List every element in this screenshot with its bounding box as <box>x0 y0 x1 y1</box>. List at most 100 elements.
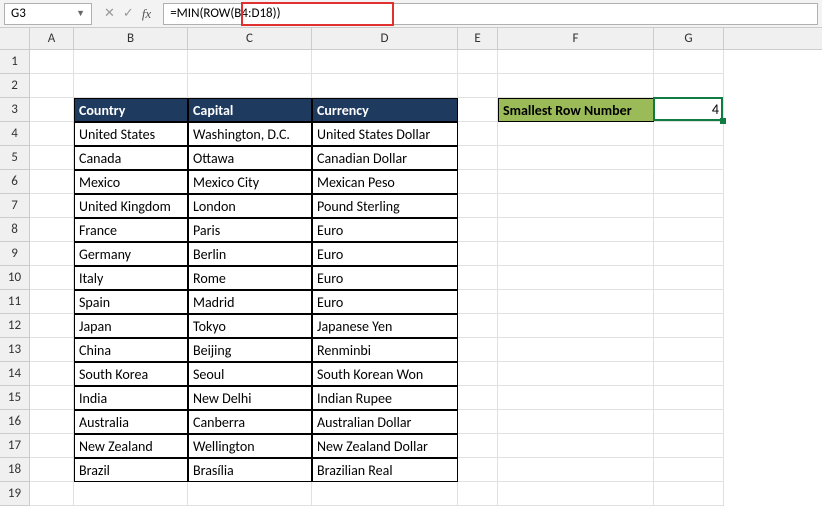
cell-A16[interactable] <box>30 410 74 434</box>
select-all-corner[interactable] <box>0 28 30 49</box>
row-header-7[interactable]: 7 <box>0 194 30 218</box>
cell-D18[interactable]: Brazilian Real <box>312 458 458 482</box>
cell-G11[interactable] <box>654 290 724 314</box>
cell-C9[interactable]: Berlin <box>188 242 312 266</box>
cell-C3[interactable]: Capital <box>188 98 312 122</box>
cell-B15[interactable]: India <box>74 386 188 410</box>
cell-G5[interactable] <box>654 146 724 170</box>
cell-E18[interactable] <box>458 458 498 482</box>
cell-F16[interactable] <box>498 410 654 434</box>
cell-G18[interactable] <box>654 458 724 482</box>
row-header-5[interactable]: 5 <box>0 146 30 170</box>
cell-A1[interactable] <box>30 50 74 74</box>
cell-D2[interactable] <box>312 74 458 98</box>
cell-C1[interactable] <box>188 50 312 74</box>
cell-D3[interactable]: Currency <box>312 98 458 122</box>
cell-F1[interactable] <box>498 50 654 74</box>
cell-D9[interactable]: Euro <box>312 242 458 266</box>
cell-E13[interactable] <box>458 338 498 362</box>
col-header-c[interactable]: C <box>188 28 312 49</box>
cell-E9[interactable] <box>458 242 498 266</box>
cell-C4[interactable]: Washington, D.C. <box>188 122 312 146</box>
cell-G19[interactable] <box>654 482 724 506</box>
cell-C5[interactable]: Ottawa <box>188 146 312 170</box>
cell-F4[interactable] <box>498 122 654 146</box>
cell-E1[interactable] <box>458 50 498 74</box>
row-header-2[interactable]: 2 <box>0 74 30 98</box>
cell-F5[interactable] <box>498 146 654 170</box>
cell-F14[interactable] <box>498 362 654 386</box>
cell-A9[interactable] <box>30 242 74 266</box>
cell-B12[interactable]: Japan <box>74 314 188 338</box>
cell-D5[interactable]: Canadian Dollar <box>312 146 458 170</box>
cell-G2[interactable] <box>654 74 724 98</box>
col-header-f[interactable]: F <box>498 28 654 49</box>
cell-A11[interactable] <box>30 290 74 314</box>
cell-E7[interactable] <box>458 194 498 218</box>
cell-D12[interactable]: Japanese Yen <box>312 314 458 338</box>
row-header-10[interactable]: 10 <box>0 266 30 290</box>
row-header-16[interactable]: 16 <box>0 410 30 434</box>
cell-A3[interactable] <box>30 98 74 122</box>
cell-B16[interactable]: Australia <box>74 410 188 434</box>
cell-A17[interactable] <box>30 434 74 458</box>
row-header-17[interactable]: 17 <box>0 434 30 458</box>
cell-E8[interactable] <box>458 218 498 242</box>
cell-F6[interactable] <box>498 170 654 194</box>
cell-B13[interactable]: China <box>74 338 188 362</box>
cell-B8[interactable]: France <box>74 218 188 242</box>
cell-D6[interactable]: Mexican Peso <box>312 170 458 194</box>
cell-C15[interactable]: New Delhi <box>188 386 312 410</box>
cell-G9[interactable] <box>654 242 724 266</box>
row-header-8[interactable]: 8 <box>0 218 30 242</box>
cell-A12[interactable] <box>30 314 74 338</box>
cell-E10[interactable] <box>458 266 498 290</box>
cell-F8[interactable] <box>498 218 654 242</box>
cell-F3[interactable]: Smallest Row Number <box>498 98 654 122</box>
cell-G8[interactable] <box>654 218 724 242</box>
cell-E2[interactable] <box>458 74 498 98</box>
cell-F9[interactable] <box>498 242 654 266</box>
cell-F10[interactable] <box>498 266 654 290</box>
cancel-icon[interactable]: ✕ <box>104 6 115 21</box>
cell-A15[interactable] <box>30 386 74 410</box>
cell-C8[interactable]: Paris <box>188 218 312 242</box>
confirm-icon[interactable]: ✓ <box>123 6 134 21</box>
row-header-15[interactable]: 15 <box>0 386 30 410</box>
cell-B19[interactable] <box>74 482 188 506</box>
cell-E16[interactable] <box>458 410 498 434</box>
cell-A10[interactable] <box>30 266 74 290</box>
cell-B1[interactable] <box>74 50 188 74</box>
cell-F11[interactable] <box>498 290 654 314</box>
cell-F15[interactable] <box>498 386 654 410</box>
cell-E17[interactable] <box>458 434 498 458</box>
col-header-d[interactable]: D <box>312 28 458 49</box>
cell-C16[interactable]: Canberra <box>188 410 312 434</box>
cell-C19[interactable] <box>188 482 312 506</box>
row-header-4[interactable]: 4 <box>0 122 30 146</box>
row-header-3[interactable]: 3 <box>0 98 30 122</box>
cell-G1[interactable] <box>654 50 724 74</box>
cell-E4[interactable] <box>458 122 498 146</box>
row-header-18[interactable]: 18 <box>0 458 30 482</box>
cell-G13[interactable] <box>654 338 724 362</box>
cell-F13[interactable] <box>498 338 654 362</box>
cell-G17[interactable] <box>654 434 724 458</box>
cell-C2[interactable] <box>188 74 312 98</box>
cell-C18[interactable]: Brasília <box>188 458 312 482</box>
col-header-a[interactable]: A <box>30 28 74 49</box>
cell-G7[interactable] <box>654 194 724 218</box>
cell-E3[interactable] <box>458 98 498 122</box>
cell-D7[interactable]: Pound Sterling <box>312 194 458 218</box>
cell-D1[interactable] <box>312 50 458 74</box>
cell-A6[interactable] <box>30 170 74 194</box>
cell-G10[interactable] <box>654 266 724 290</box>
cell-E19[interactable] <box>458 482 498 506</box>
cell-B18[interactable]: Brazil <box>74 458 188 482</box>
cell-F12[interactable] <box>498 314 654 338</box>
cell-A7[interactable] <box>30 194 74 218</box>
name-box[interactable]: G3 ▼ <box>4 3 92 25</box>
cell-A8[interactable] <box>30 218 74 242</box>
row-header-6[interactable]: 6 <box>0 170 30 194</box>
cell-C7[interactable]: London <box>188 194 312 218</box>
